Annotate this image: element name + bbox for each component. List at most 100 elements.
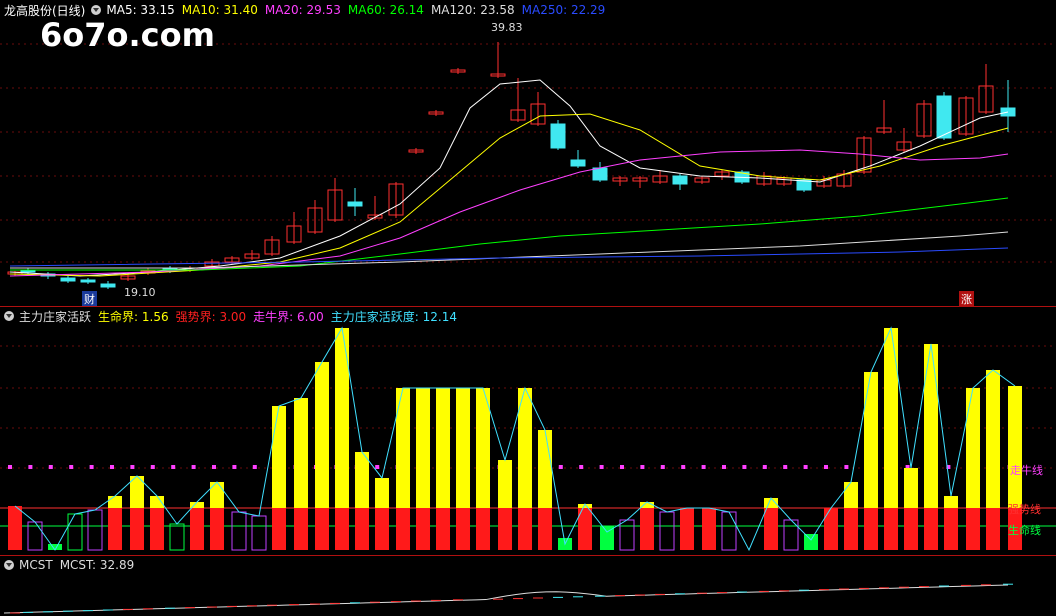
ma250-line bbox=[9, 247, 1009, 267]
ma120-line bbox=[10, 231, 1009, 269]
weak-bar bbox=[231, 511, 247, 551]
mcst-line bbox=[3, 584, 1009, 614]
event-badge-left[interactable]: 财 bbox=[82, 291, 97, 307]
strong-bar bbox=[844, 508, 858, 550]
bull-bound-label: 走牛界: 6.00 bbox=[253, 309, 324, 324]
candle-body bbox=[80, 279, 96, 283]
life-bar bbox=[804, 534, 818, 550]
bull-dot bbox=[212, 465, 216, 469]
activity-bar bbox=[944, 496, 958, 508]
bull-dot bbox=[150, 465, 155, 469]
strong-bar bbox=[130, 508, 144, 550]
kline-panel[interactable]: 龙高股份(日线) MA5: 33.15 MA10: 31.40 MA20: 29… bbox=[0, 0, 1056, 307]
mcst-name: MCST bbox=[19, 558, 53, 572]
strong-bar bbox=[355, 508, 369, 550]
bull-dot bbox=[640, 465, 645, 469]
activity-bar bbox=[538, 430, 552, 508]
strong-bar bbox=[904, 508, 918, 550]
bull-dot bbox=[171, 465, 176, 469]
weak-bar bbox=[251, 515, 267, 551]
strong-bar bbox=[498, 508, 512, 550]
bull-dot bbox=[660, 465, 665, 469]
activity-bar bbox=[924, 344, 938, 508]
activity-bar bbox=[986, 370, 1000, 508]
strong-bar bbox=[680, 508, 694, 550]
mcst-chart[interactable] bbox=[0, 555, 1056, 616]
strong-bar bbox=[476, 508, 490, 550]
activity-bar bbox=[436, 388, 450, 508]
bull-dot bbox=[130, 465, 135, 469]
strong-bar bbox=[210, 508, 224, 550]
ma20-line bbox=[9, 149, 1009, 277]
strong-bar bbox=[8, 506, 22, 550]
candle-body bbox=[936, 95, 952, 139]
life-bar bbox=[67, 513, 83, 551]
event-badge-right[interactable]: 涨 bbox=[959, 291, 974, 307]
strong-bar bbox=[966, 508, 980, 550]
candle-body bbox=[550, 123, 566, 149]
strong-bound-label: 强势界: 3.00 bbox=[175, 309, 247, 324]
bull-dot bbox=[803, 465, 808, 469]
bull-dot bbox=[558, 465, 563, 469]
strong-line-label: 强势线 bbox=[1008, 503, 1041, 516]
weak-bar bbox=[619, 519, 635, 551]
bull-dot bbox=[742, 465, 747, 469]
bull-line-label: 走牛线 bbox=[1010, 464, 1043, 477]
indicator-chart[interactable] bbox=[0, 306, 1056, 555]
strong-bar bbox=[436, 508, 450, 550]
bull-dot bbox=[620, 465, 624, 469]
ma20-label: MA20: 29.53 bbox=[264, 3, 341, 17]
indicator-legend: 主力庄家活跃 生命界: 1.56 强势界: 3.00 走牛界: 6.00 主力庄… bbox=[0, 306, 464, 326]
mcst-value: MCST: 32.89 bbox=[59, 558, 135, 572]
strong-bar bbox=[150, 508, 164, 550]
strong-bar bbox=[456, 508, 470, 550]
candle-body bbox=[592, 167, 608, 181]
activity-bar bbox=[315, 362, 329, 508]
bull-dot bbox=[375, 465, 380, 469]
strong-bar bbox=[108, 508, 122, 550]
mcst-legend: MCST MCST: 32.89 bbox=[0, 555, 141, 575]
dropdown-icon[interactable] bbox=[4, 560, 14, 570]
bull-dot bbox=[681, 465, 686, 469]
weak-bar bbox=[169, 523, 185, 551]
life-bound-label: 生命界: 1.56 bbox=[98, 309, 169, 324]
activity-bar bbox=[1008, 386, 1022, 508]
strong-bar bbox=[315, 508, 329, 550]
activity-label: 主力庄家活跃度: 12.14 bbox=[330, 309, 457, 324]
activity-bar bbox=[456, 388, 470, 508]
strong-bar bbox=[416, 508, 430, 550]
bull-dot bbox=[48, 465, 53, 469]
activity-bar bbox=[396, 388, 410, 508]
candle-body bbox=[672, 175, 688, 185]
watermark-logo: 6o7o.com bbox=[40, 16, 215, 54]
strong-bar bbox=[518, 508, 532, 550]
bull-dot bbox=[28, 465, 33, 469]
activity-bar bbox=[904, 468, 918, 508]
bull-dot bbox=[232, 465, 237, 469]
ma10-label: MA10: 31.40 bbox=[181, 3, 258, 17]
strong-bar bbox=[924, 508, 938, 550]
bull-dot bbox=[252, 465, 257, 469]
weak-bar bbox=[721, 511, 737, 551]
mcst-panel[interactable]: MCST MCST: 32.89 bbox=[0, 555, 1056, 616]
candle-body bbox=[570, 159, 586, 167]
bull-dot bbox=[69, 465, 74, 469]
strong-bar bbox=[864, 508, 878, 550]
activity-bar bbox=[375, 478, 389, 508]
candle-body bbox=[100, 283, 116, 288]
bull-dot bbox=[599, 465, 604, 469]
bull-dot bbox=[722, 465, 726, 469]
indicator-panel[interactable]: 主力庄家活跃 生命界: 1.56 强势界: 3.00 走牛界: 6.00 主力庄… bbox=[0, 306, 1056, 555]
dropdown-icon[interactable] bbox=[91, 5, 102, 15]
activity-bar bbox=[108, 496, 122, 508]
ma120-label: MA120: 23.58 bbox=[430, 3, 515, 17]
ma60-label: MA60: 26.14 bbox=[347, 3, 424, 17]
strong-bar bbox=[944, 508, 958, 550]
ma5-line bbox=[9, 79, 1009, 277]
candle-body bbox=[60, 277, 76, 282]
low-price-label: 19.10 bbox=[124, 286, 156, 299]
activity-bar bbox=[416, 388, 430, 508]
dropdown-icon[interactable] bbox=[4, 311, 14, 321]
activity-bar bbox=[272, 406, 286, 508]
activity-bar bbox=[476, 388, 490, 508]
